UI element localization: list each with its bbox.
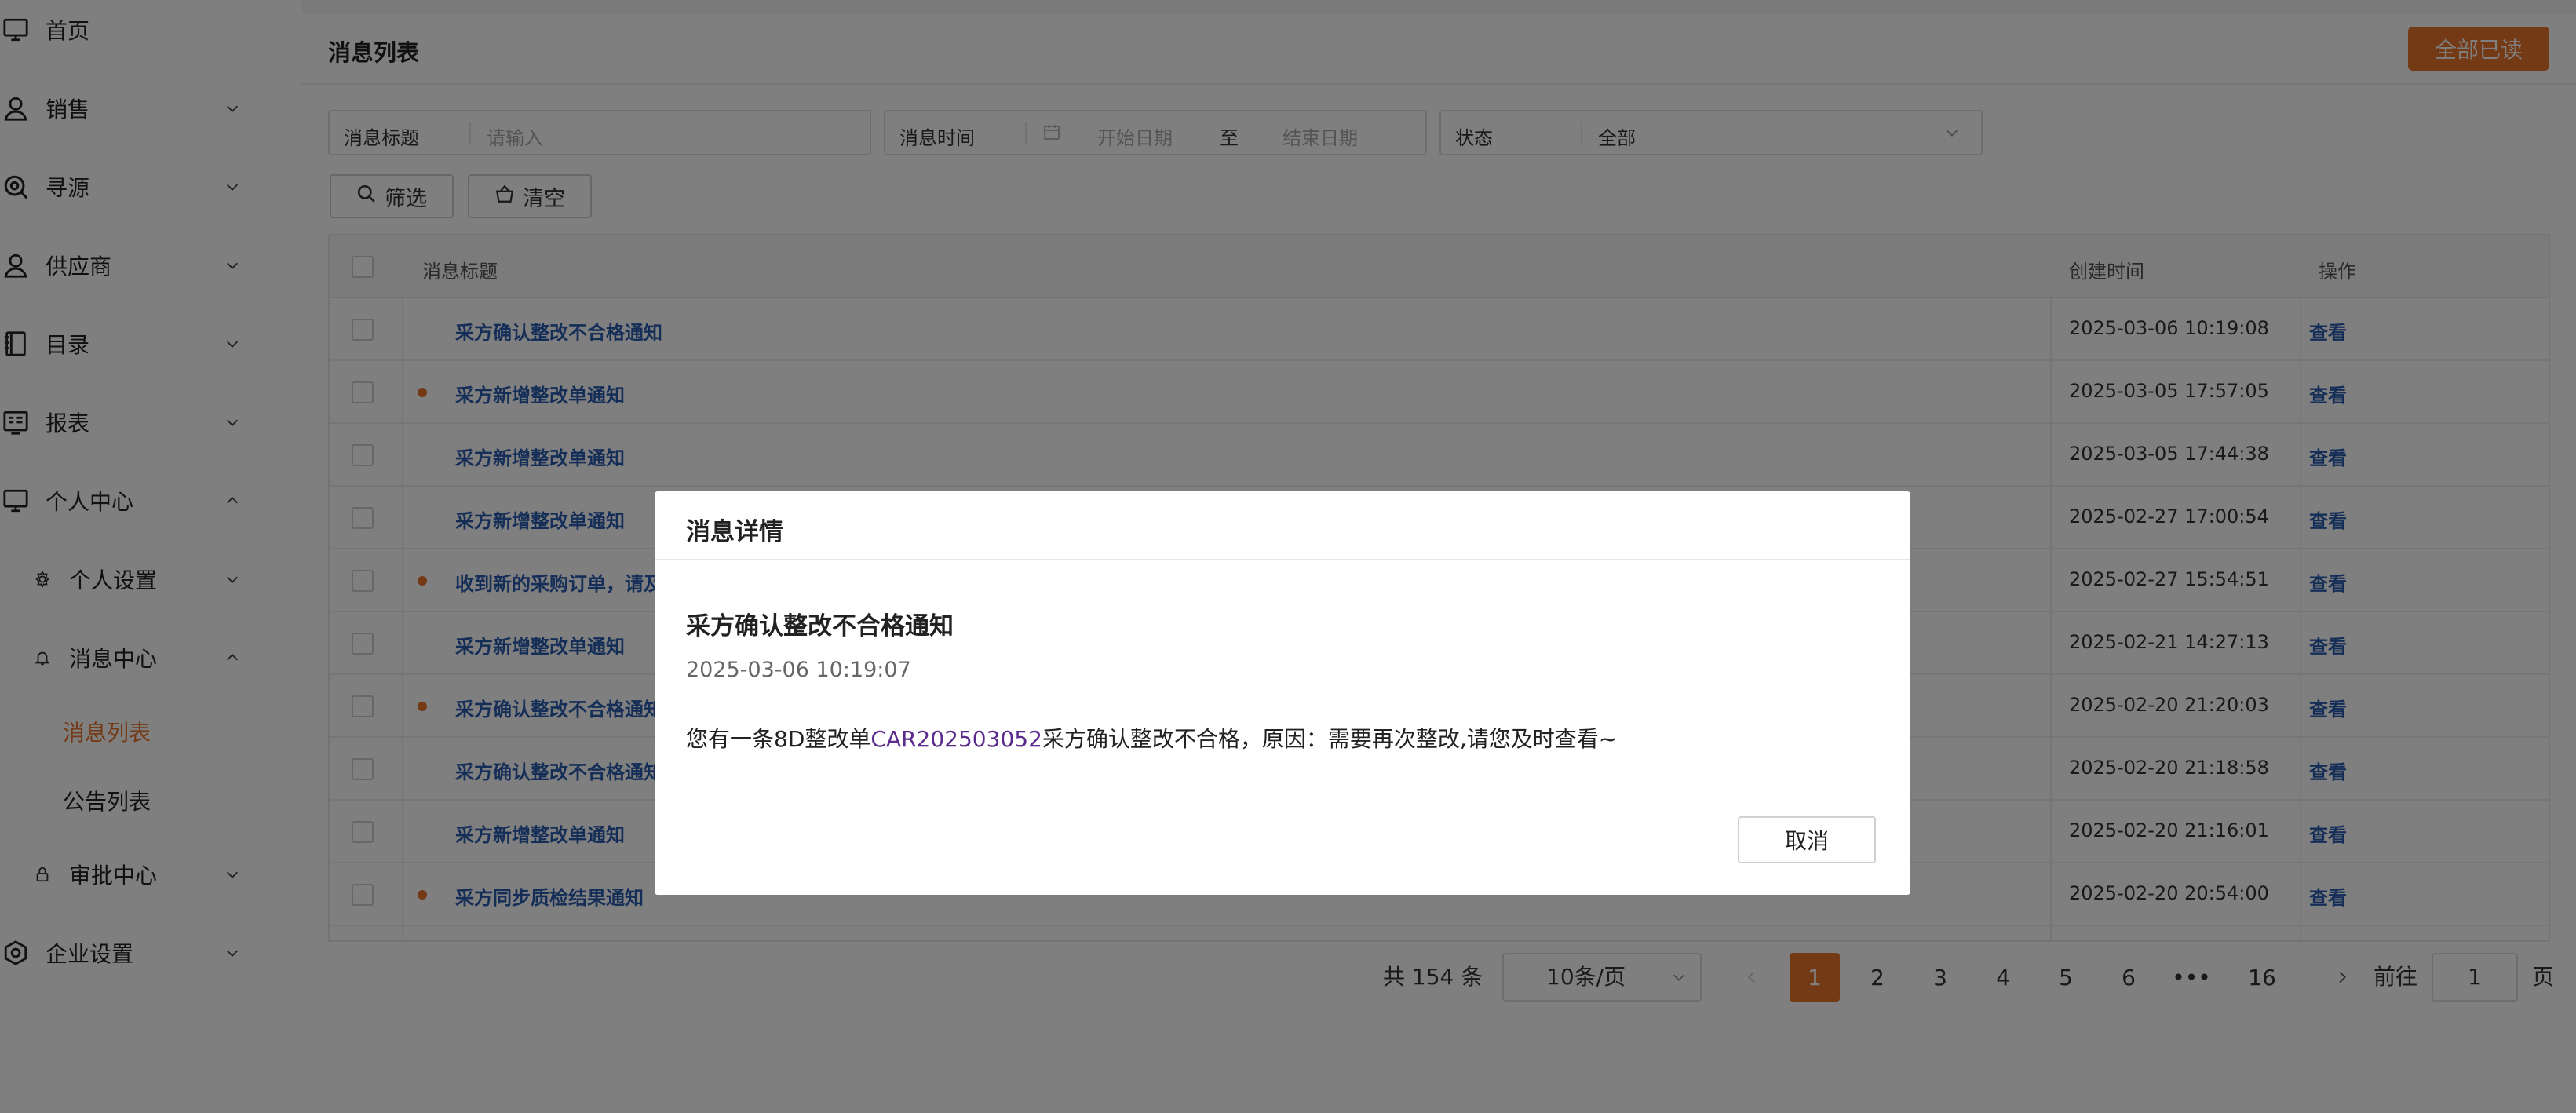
message-body-prefix: 您有一条8D整改单: [686, 726, 871, 752]
car-number-link[interactable]: CAR202503052: [870, 726, 1042, 752]
message-detail-dialog: 消息详情 采方确认整改不合格通知 2025-03-06 10:19:07 您有一…: [655, 491, 1910, 895]
message-body-suffix: 采方确认整改不合格，原因：需要再次整改,请您及时查看~: [1042, 726, 1618, 752]
dialog-title: 消息详情: [686, 518, 783, 546]
message-time: 2025-03-06 10:19:07: [686, 658, 911, 682]
dialog-header: 消息详情: [655, 491, 1910, 560]
message-title: 采方确认整改不合格通知: [686, 612, 954, 640]
message-body: 您有一条8D整改单CAR202503052采方确认整改不合格，原因：需要再次整改…: [686, 722, 1617, 754]
cancel-button[interactable]: 取消: [1738, 816, 1876, 863]
